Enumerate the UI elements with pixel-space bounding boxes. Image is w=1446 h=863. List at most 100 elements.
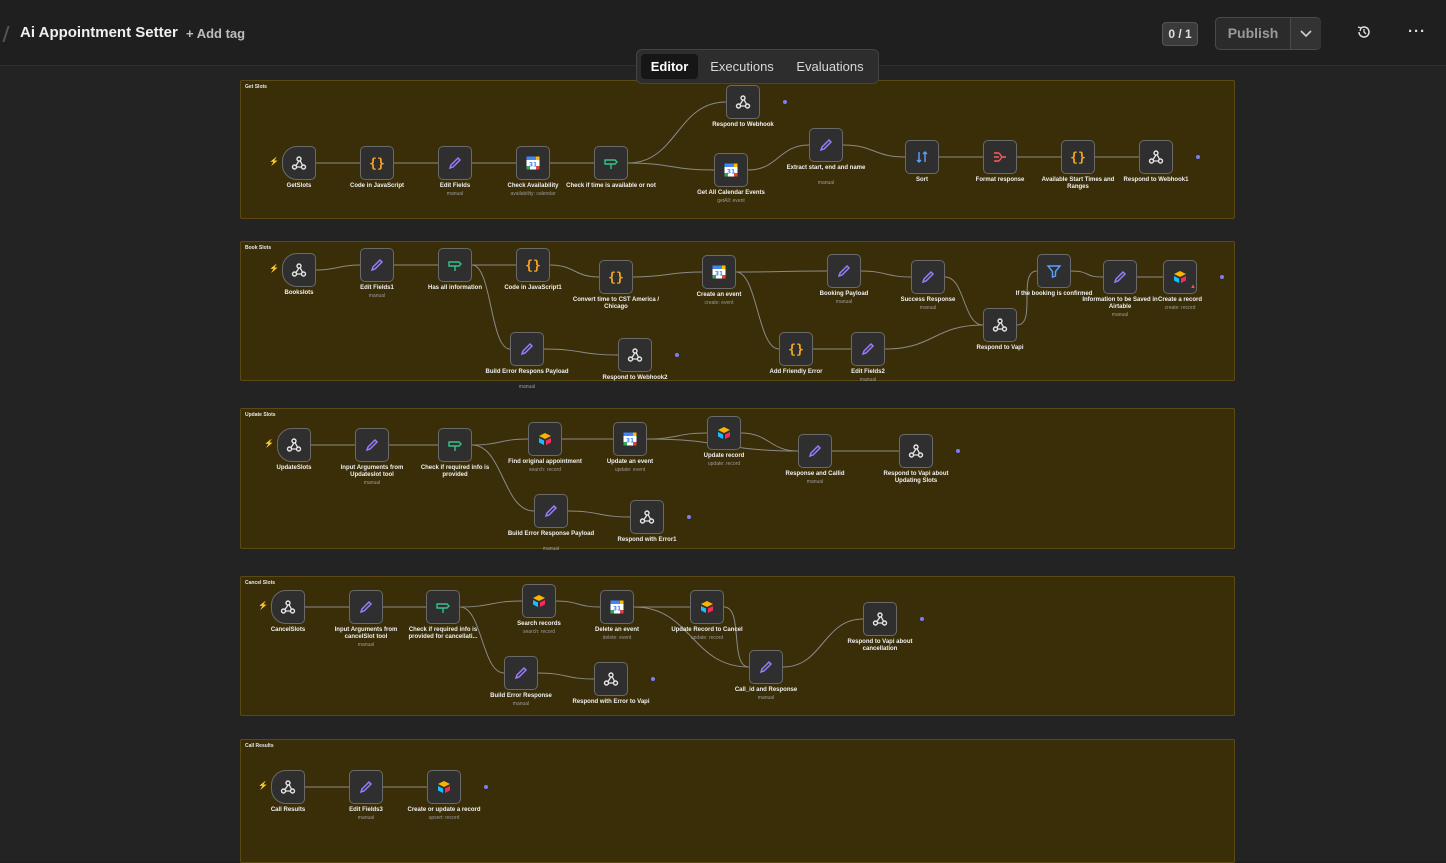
workflow-node[interactable]: {}: [599, 260, 633, 294]
history-button[interactable]: [1356, 24, 1372, 45]
workflow-node[interactable]: [983, 308, 1017, 342]
workflow-node[interactable]: [899, 434, 933, 468]
svg-text:31: 31: [727, 169, 735, 176]
more-options-icon[interactable]: ···: [1408, 23, 1426, 40]
workflow-node[interactable]: [271, 770, 305, 804]
add-node-handle[interactable]: [675, 353, 679, 357]
workflow-node[interactable]: {}: [516, 248, 550, 282]
node-label: Respond to Vapi about cancellation: [847, 639, 913, 652]
tab-evaluations[interactable]: Evaluations: [787, 54, 873, 79]
workflow-node[interactable]: [360, 248, 394, 282]
workflow-node[interactable]: {}: [779, 332, 813, 366]
node-label: Respond to Vapi: [976, 345, 1024, 351]
workflow-node[interactable]: [528, 422, 562, 456]
workflow-node[interactable]: [1139, 140, 1173, 174]
workflow-node[interactable]: [983, 140, 1017, 174]
workflow-node[interactable]: 31: [600, 590, 634, 624]
workflow-node[interactable]: [707, 416, 741, 450]
workflow-node[interactable]: [427, 770, 461, 804]
node-subtitle: manual: [368, 293, 386, 299]
workflow-node[interactable]: [630, 500, 664, 534]
warning-icon: ▲: [1190, 284, 1196, 290]
workflow-node[interactable]: [911, 260, 945, 294]
workflow-node[interactable]: [510, 332, 544, 366]
sticky-note-group[interactable]: Call Results: [240, 739, 1235, 863]
node-label: Create an event: [696, 292, 742, 298]
node-label: Update record: [703, 453, 745, 459]
node-label: Bookslots: [284, 290, 314, 296]
workflow-node[interactable]: [1037, 254, 1071, 288]
add-tag-button[interactable]: + Add tag: [186, 26, 245, 41]
svg-text:31: 31: [715, 271, 723, 278]
svg-text:31: 31: [529, 162, 537, 169]
workflow-node[interactable]: [809, 128, 843, 162]
sort-icon: [916, 151, 928, 163]
add-node-handle[interactable]: [484, 785, 488, 789]
node-label: Response and Callid: [785, 471, 845, 477]
node-subtitle: manual: [859, 377, 877, 383]
add-node-handle[interactable]: [1196, 155, 1200, 159]
workflow-node[interactable]: [277, 428, 311, 462]
workflow-node[interactable]: [594, 662, 628, 696]
add-node-handle[interactable]: [651, 677, 655, 681]
node-label: Edit Fields1: [360, 285, 394, 291]
workflow-node[interactable]: 31: [516, 146, 550, 180]
workflow-node[interactable]: {}: [360, 146, 394, 180]
add-node-handle[interactable]: [956, 449, 960, 453]
workflow-node[interactable]: [282, 253, 316, 287]
workflow-node[interactable]: [522, 584, 556, 618]
node-label: Build Error Response Payload: [507, 531, 595, 537]
workflow-node[interactable]: [1103, 260, 1137, 294]
workflow-node[interactable]: [282, 146, 316, 180]
workflow-node[interactable]: [690, 590, 724, 624]
workflow-node[interactable]: [905, 140, 939, 174]
workflow-node[interactable]: 31: [714, 153, 748, 187]
node-subtitle: availability: calendar: [510, 191, 556, 197]
workflow-node[interactable]: [749, 650, 783, 684]
workflow-node[interactable]: [438, 146, 472, 180]
tab-editor[interactable]: Editor: [641, 54, 698, 79]
node-subtitle: update: record: [690, 635, 724, 641]
add-node-handle[interactable]: [783, 100, 787, 104]
airtable-icon: [533, 595, 545, 607]
webhook-icon: [992, 318, 1008, 332]
workflow-node[interactable]: [504, 656, 538, 690]
workflow-node[interactable]: [349, 590, 383, 624]
webhook-icon: [291, 156, 307, 170]
workflow-node[interactable]: [349, 770, 383, 804]
add-node-handle[interactable]: [1220, 275, 1224, 279]
node-label: Create or update a record: [407, 807, 481, 813]
node-subtitle: update: event: [614, 467, 646, 473]
node-label: Build Error Respons Payload: [485, 369, 569, 375]
pen-icon: [448, 156, 462, 170]
workflow-node[interactable]: [355, 428, 389, 462]
workflow-node[interactable]: [863, 602, 897, 636]
workflow-node[interactable]: [426, 590, 460, 624]
workflow-node[interactable]: [726, 85, 760, 119]
workflow-node[interactable]: [594, 146, 628, 180]
workflow-node[interactable]: [798, 434, 832, 468]
publish-split-button[interactable]: Publish: [1215, 17, 1321, 50]
workflow-node[interactable]: [851, 332, 885, 366]
publish-button[interactable]: Publish: [1216, 18, 1290, 49]
workflow-node[interactable]: 31: [702, 255, 736, 289]
pen-icon: [365, 438, 379, 452]
node-subtitle: manual: [542, 546, 560, 552]
workflow-node[interactable]: [438, 428, 472, 462]
publish-dropdown-button[interactable]: [1290, 18, 1321, 49]
workflow-node[interactable]: [534, 494, 568, 528]
workflow-node[interactable]: 31: [613, 422, 647, 456]
add-node-handle[interactable]: [920, 617, 924, 621]
workflow-node[interactable]: {}: [1061, 140, 1095, 174]
workflow-node[interactable]: [271, 590, 305, 624]
workflow-node[interactable]: [618, 338, 652, 372]
webhook-icon: [286, 438, 302, 452]
node-subtitle: manual: [817, 180, 835, 186]
add-node-handle[interactable]: [687, 515, 691, 519]
node-label: Find original appointment: [508, 459, 582, 465]
tab-executions[interactable]: Executions: [703, 54, 781, 79]
workflow-node[interactable]: [438, 248, 472, 282]
workflow-node[interactable]: [827, 254, 861, 288]
group-label: Update Slots: [245, 412, 276, 418]
workflow-title[interactable]: Ai Appointment Setter: [20, 24, 178, 41]
